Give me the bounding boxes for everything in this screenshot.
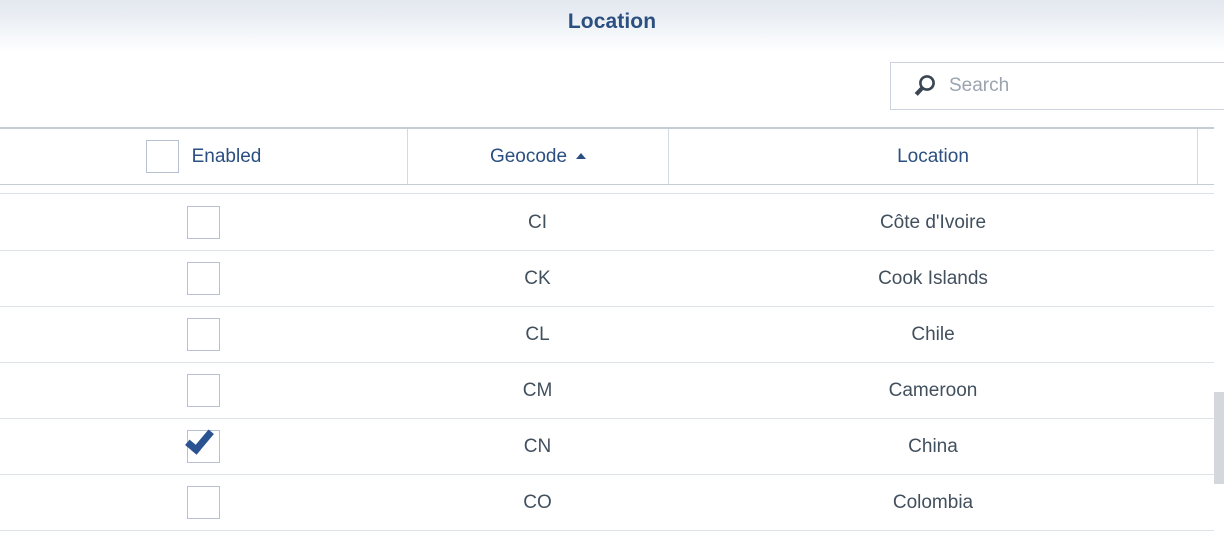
table-row[interactable]: CL Chile <box>0 307 1224 363</box>
cell-enabled <box>0 419 407 474</box>
select-all-wrap: Enabled <box>145 140 262 173</box>
cell-enabled <box>0 251 407 306</box>
cell-enabled <box>0 363 407 418</box>
caret-up-icon <box>576 152 587 159</box>
cell-location: Colombia <box>892 491 974 513</box>
table-row[interactable]: CO Colombia <box>0 475 1224 531</box>
cell-geocode: CL <box>525 323 550 345</box>
cell-geocode: CO <box>523 491 552 513</box>
row-enabled-checkbox[interactable] <box>187 206 220 239</box>
cell-location: China <box>908 435 958 457</box>
vertical-scrollbar-thumb[interactable] <box>1214 392 1224 484</box>
cell-geocode: CI <box>528 211 547 233</box>
column-header-location[interactable]: Location <box>668 129 1198 184</box>
cell-enabled <box>0 475 407 530</box>
table-body: CI Côte d'Ivoire CK Cook Islands CL Chile CM Ca… <box>0 195 1224 531</box>
select-all-checkbox[interactable] <box>145 140 179 173</box>
column-header-geocode[interactable]: Geocode <box>407 129 668 184</box>
cell-geocode: CK <box>524 267 551 289</box>
column-header-enabled[interactable]: Enabled <box>0 129 407 184</box>
cell-location: Chile <box>911 323 955 345</box>
location-table: Enabled Geocode Location CI Côte d'Ivoire… <box>0 127 1224 531</box>
table-row[interactable]: CM Cameroon <box>0 363 1224 419</box>
header-underline <box>0 193 1224 194</box>
row-enabled-checkbox[interactable] <box>187 318 220 351</box>
row-enabled-checkbox[interactable] <box>187 486 220 519</box>
vertical-scrollbar-track[interactable] <box>1214 127 1224 540</box>
table-row[interactable]: CK Cook Islands <box>0 251 1224 307</box>
cell-location: Côte d'Ivoire <box>879 211 987 233</box>
cell-enabled <box>0 195 407 250</box>
search-box[interactable] <box>890 62 1224 110</box>
cell-geocode: CN <box>523 435 552 457</box>
cell-geocode: CM <box>522 379 553 401</box>
column-header-enabled-label: Enabled <box>191 145 262 167</box>
table-row[interactable]: CN China <box>0 419 1224 475</box>
table-row[interactable]: CI Côte d'Ivoire <box>0 195 1224 251</box>
location-panel: Location Enabled Geocode Location <box>0 0 1224 540</box>
cell-location: Cook Islands <box>878 267 988 289</box>
search-icon <box>914 75 935 96</box>
column-header-location-label: Location <box>897 145 969 167</box>
row-enabled-checkbox[interactable] <box>187 430 220 463</box>
page-title: Location <box>567 10 657 33</box>
search-input[interactable] <box>949 72 1224 100</box>
table-header-row: Enabled Geocode Location <box>0 127 1224 185</box>
cell-enabled <box>0 307 407 362</box>
column-header-geocode-label: Geocode <box>489 145 568 167</box>
row-enabled-checkbox[interactable] <box>187 374 220 407</box>
row-enabled-checkbox[interactable] <box>187 262 220 295</box>
cell-location: Cameroon <box>888 379 978 401</box>
